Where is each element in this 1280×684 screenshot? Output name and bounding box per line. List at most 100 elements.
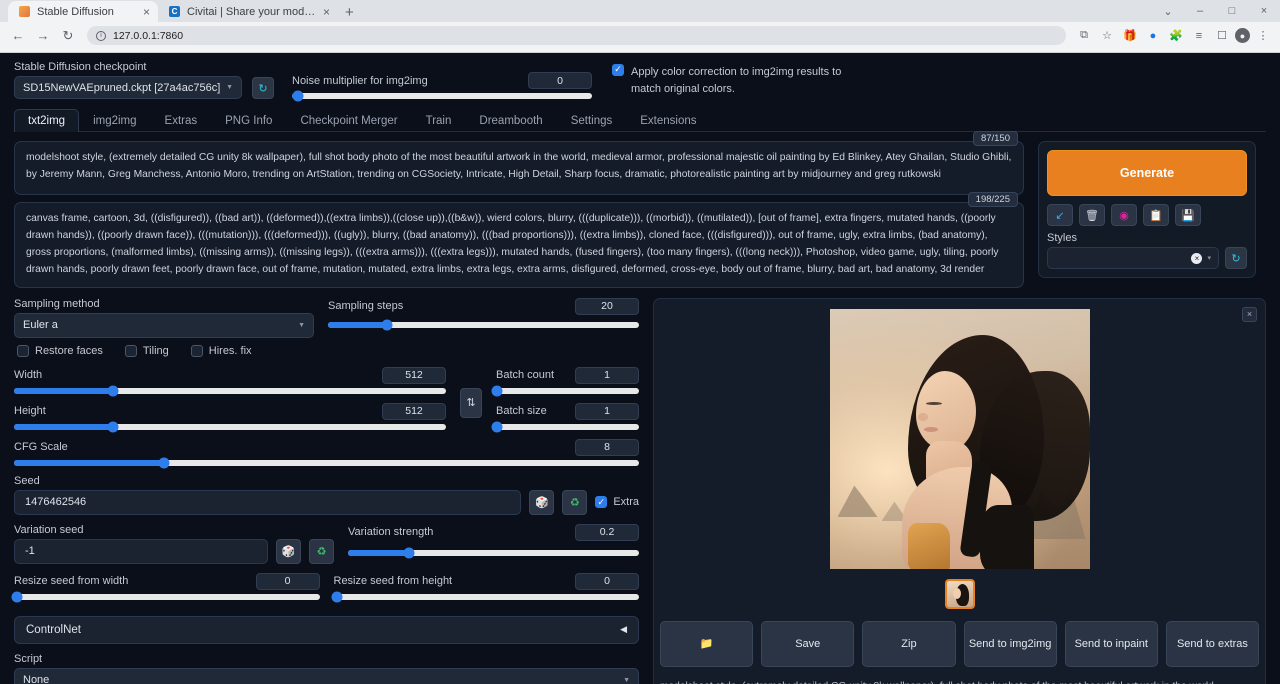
cfg-scale-value[interactable]: 8 [575, 439, 639, 456]
color-correction-field[interactable]: ✓ Apply color correction to img2img resu… [612, 64, 862, 99]
color-correction-label: Apply color correction to img2img result… [631, 64, 862, 99]
send-to-extras-button[interactable]: Send to extras [1166, 621, 1259, 667]
batch-count-value[interactable]: 1 [575, 367, 639, 384]
tab-png-info[interactable]: PNG Info [211, 109, 286, 132]
recycle-icon[interactable]: ♻ [562, 490, 587, 515]
avatar[interactable]: ● [1235, 28, 1250, 43]
extensions-puzzle-icon[interactable]: 🧩 [1166, 26, 1186, 46]
restore-faces-checkbox[interactable]: Restore faces [17, 345, 103, 357]
close-icon[interactable]: × [143, 6, 150, 18]
sync-icon[interactable]: ● [1143, 26, 1163, 46]
tab-img2img[interactable]: img2img [79, 109, 150, 132]
window-close-button[interactable]: × [1248, 0, 1280, 22]
variation-strength-slider[interactable] [348, 550, 639, 556]
send-to-img2img-button[interactable]: Send to img2img [964, 621, 1057, 667]
browser-tab-stable-diffusion[interactable]: Stable Diffusion × [8, 1, 158, 22]
arrow-down-left-icon[interactable]: ↙ [1047, 204, 1073, 226]
color-correction-checkbox[interactable]: ✓ [612, 64, 624, 76]
reading-list-icon[interactable]: ≡ [1189, 26, 1209, 46]
dice-icon[interactable]: 🎲 [529, 490, 554, 515]
image-thumbnail[interactable] [945, 579, 975, 609]
generated-image[interactable]: ☝ [830, 309, 1090, 569]
address-bar[interactable]: i 127.0.0.1:7860 [87, 26, 1066, 45]
maximize-button[interactable]: □ [1216, 0, 1248, 22]
tab-train[interactable]: Train [412, 109, 466, 132]
cfg-scale-slider[interactable] [14, 460, 639, 466]
tab-settings[interactable]: Settings [557, 109, 627, 132]
checkpoint-select[interactable]: SD15NewVAEpruned.ckpt [27a4ac756c] ▼ [14, 76, 242, 99]
resize-seed-width-value[interactable]: 0 [256, 573, 320, 590]
resize-seed-width-slider[interactable] [14, 594, 320, 600]
width-slider[interactable] [14, 388, 446, 394]
height-value[interactable]: 512 [382, 403, 446, 420]
zip-button[interactable]: Zip [862, 621, 955, 667]
bookmark-star-icon[interactable]: ☆ [1097, 26, 1117, 46]
minimize-button[interactable]: – [1184, 0, 1216, 22]
forward-icon[interactable]: → [32, 25, 54, 47]
tab-extras[interactable]: Extras [151, 109, 212, 132]
seed-input[interactable]: 1476462546 [14, 490, 521, 515]
tab-dreambooth[interactable]: Dreambooth [465, 109, 556, 132]
clipboard-icon[interactable]: 📋 [1143, 204, 1169, 226]
browser-toolbar: ← → ↻ i 127.0.0.1:7860 ⧉ ☆ 🎁 ● 🧩 ≡ ☐ ● ⋮ [0, 22, 1280, 49]
palette-icon[interactable]: ◉ [1111, 204, 1137, 226]
share-icon[interactable]: ⧉ [1074, 26, 1094, 46]
tab-extensions[interactable]: Extensions [626, 109, 710, 132]
resize-seed-height-value[interactable]: 0 [575, 573, 639, 590]
width-value[interactable]: 512 [382, 367, 446, 384]
checkbox-icon[interactable] [17, 345, 29, 357]
browser-tab-civitai[interactable]: C Civitai | Share your models × [158, 1, 338, 22]
save-button[interactable]: Save [761, 621, 854, 667]
tab-checkpoint-merger[interactable]: Checkpoint Merger [286, 109, 411, 132]
generate-button[interactable]: Generate [1047, 150, 1247, 196]
trash-icon[interactable]: 🗑 [1079, 204, 1105, 226]
clear-styles-icon[interactable]: × [1191, 253, 1202, 264]
hires-fix-checkbox[interactable]: Hires. fix [191, 345, 252, 357]
checkbox-icon[interactable]: ✓ [595, 496, 607, 508]
checkbox-icon[interactable] [191, 345, 203, 357]
batch-count-slider[interactable] [496, 388, 639, 394]
close-icon[interactable]: × [323, 6, 330, 18]
open-folder-button[interactable]: 📁 [660, 621, 753, 667]
refresh-checkpoint-button[interactable]: ↻ [252, 77, 274, 99]
extra-checkbox[interactable]: ✓ Extra [595, 496, 639, 508]
tiling-checkbox[interactable]: Tiling [125, 345, 169, 357]
tab-search-icon[interactable]: ⌄ [1152, 0, 1184, 22]
sampling-method-select[interactable]: Euler a ▼ [14, 313, 314, 338]
batch-size-value[interactable]: 1 [575, 403, 639, 420]
swap-dimensions-button[interactable]: ⇅ [460, 388, 482, 418]
checkbox-icon[interactable] [125, 345, 137, 357]
noise-multiplier-slider[interactable] [292, 93, 592, 99]
image-preview-frame: ☝ [660, 305, 1259, 573]
prompt-input[interactable]: modelshoot style, (extremely detailed CG… [14, 141, 1024, 195]
sampling-steps-value[interactable]: 20 [575, 298, 639, 315]
save-style-icon[interactable]: 💾 [1175, 204, 1201, 226]
sampling-steps-slider[interactable] [328, 322, 639, 328]
new-tab-button[interactable]: + [345, 5, 354, 20]
gift-icon[interactable]: 🎁 [1120, 26, 1140, 46]
chevron-down-icon: ▼ [226, 84, 233, 91]
tab-txt2img[interactable]: txt2img [14, 109, 79, 132]
collapse-icon[interactable]: ◀ [620, 624, 627, 635]
site-info-icon[interactable]: i [96, 31, 106, 41]
variation-seed-input[interactable]: -1 [14, 539, 268, 564]
noise-multiplier-value[interactable]: 0 [528, 72, 592, 89]
controlnet-accordion[interactable]: ControlNet ◀ [14, 616, 639, 644]
resize-seed-height-slider[interactable] [334, 594, 640, 600]
refresh-styles-button[interactable]: ↻ [1225, 247, 1247, 269]
side-panel-icon[interactable]: ☐ [1212, 26, 1232, 46]
dice-icon[interactable]: 🎲 [276, 539, 301, 564]
styles-select[interactable]: × ▾ [1047, 247, 1219, 269]
variation-strength-value[interactable]: 0.2 [575, 524, 639, 541]
batch-size-slider[interactable] [496, 424, 639, 430]
script-select[interactable]: None ▼ [14, 668, 639, 684]
recycle-icon[interactable]: ♻ [309, 539, 334, 564]
browser-menu-icon[interactable]: ⋮ [1253, 26, 1273, 46]
back-icon[interactable]: ← [7, 25, 29, 47]
send-to-inpaint-button[interactable]: Send to inpaint [1065, 621, 1158, 667]
reload-icon[interactable]: ↻ [57, 25, 79, 47]
height-label: Height [14, 405, 46, 417]
close-image-button[interactable]: × [1242, 307, 1257, 322]
negative-prompt-input[interactable]: canvas frame, cartoon, 3d, ((disfigured)… [14, 202, 1024, 288]
height-slider[interactable] [14, 424, 446, 430]
